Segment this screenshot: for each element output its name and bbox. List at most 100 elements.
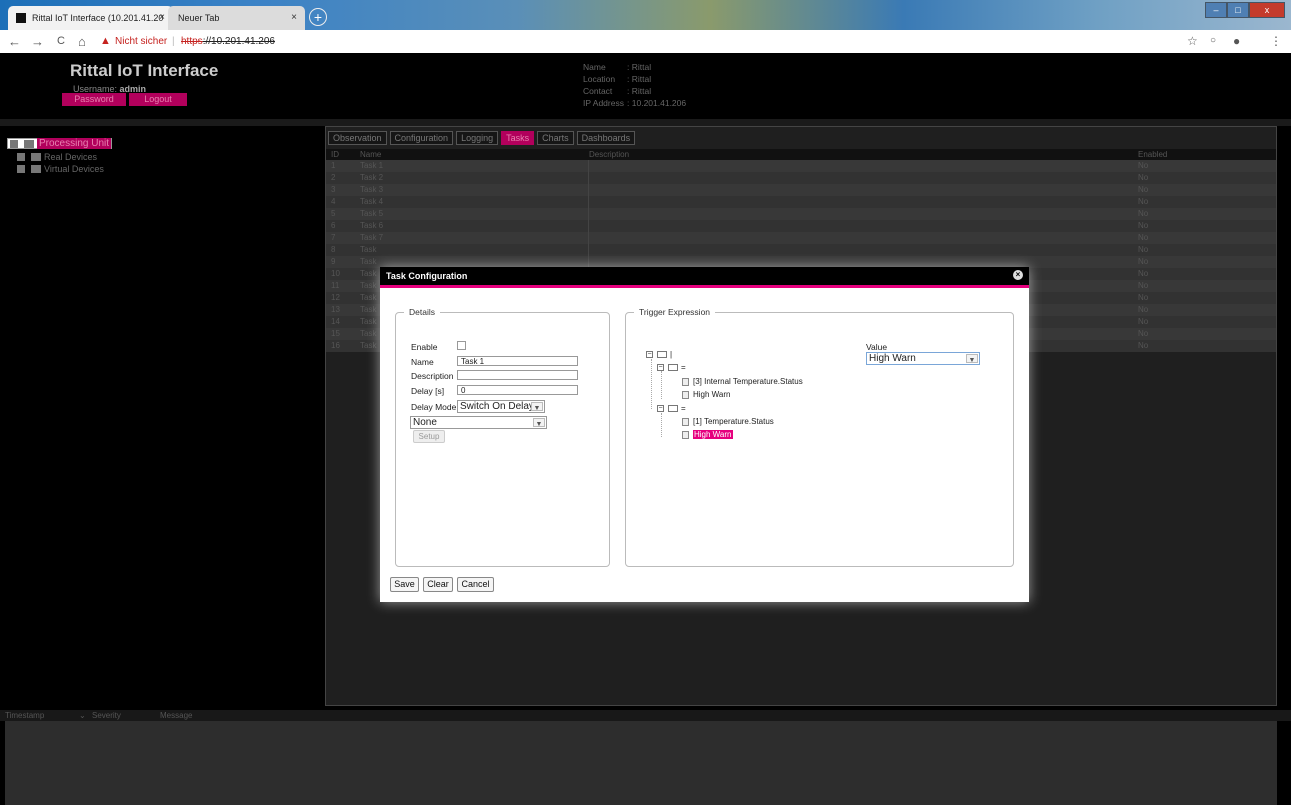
address-bar: ← → C ⌂ ▲ Nicht sicher | https://10.201.… <box>0 30 1291 53</box>
description-label: Description <box>411 371 454 381</box>
folder-open-icon <box>668 364 678 371</box>
table-row[interactable]: 4 Task 4 No <box>326 196 1276 208</box>
collapse-icon[interactable]: − <box>657 364 664 371</box>
collapse-icon[interactable]: − <box>646 351 653 358</box>
back-icon[interactable]: ← <box>8 34 21 49</box>
save-button[interactable]: Save <box>390 577 419 592</box>
expr-leaf[interactable]: [1] Temperature.Status <box>682 417 774 426</box>
forward-icon[interactable]: → <box>31 34 44 49</box>
cell-name: Task 6 <box>360 221 384 230</box>
action-select[interactable]: None ▼ <box>410 416 547 429</box>
cell-id: 11 <box>331 281 340 290</box>
menu-icon[interactable]: ⋮ <box>1270 34 1282 48</box>
cell-id: 3 <box>331 185 336 194</box>
delay-label: Delay [s] <box>411 386 445 396</box>
expr-leaf[interactable]: High Warn <box>682 390 731 399</box>
expr-node-equals-2[interactable]: − = <box>657 404 686 413</box>
info-sep: : <box>627 74 630 84</box>
info-sep: : <box>627 86 630 96</box>
col-description[interactable]: Description <box>589 150 629 159</box>
url-host: ://10.201.41.206 <box>202 36 275 47</box>
col-id[interactable]: ID <box>331 150 339 159</box>
tab-logging[interactable]: Logging <box>456 131 499 145</box>
log-col-message[interactable]: Message <box>160 711 192 720</box>
close-tab-icon[interactable]: × <box>159 6 165 30</box>
cell-name: Task <box>360 269 377 278</box>
tree-item-virtual-devices[interactable]: Virtual Devices <box>17 163 104 174</box>
cell-id: 5 <box>331 209 336 218</box>
logout-button[interactable]: Logout <box>129 93 187 106</box>
expand-icon[interactable] <box>17 152 25 161</box>
cell-enabled: No <box>1138 185 1149 194</box>
dialog-title: Task Configuration <box>386 271 468 281</box>
cell-name: Task 1 <box>360 161 384 170</box>
tab-charts[interactable]: Charts <box>537 131 574 145</box>
node-label: High Warn <box>693 430 733 439</box>
table-row[interactable]: 7 Task 7 No <box>326 232 1276 244</box>
password-button[interactable]: Password <box>62 93 126 106</box>
node-label: = <box>681 363 686 372</box>
close-dialog-icon[interactable]: × <box>1013 270 1023 280</box>
not-secure-label[interactable]: Nicht sicher <box>115 36 167 47</box>
cancel-button[interactable]: Cancel <box>457 577 494 592</box>
expand-icon[interactable] <box>17 164 25 173</box>
tree-label: Virtual Devices <box>44 163 104 174</box>
table-row[interactable]: 8 Task No <box>326 244 1276 256</box>
info-value: Rittal <box>631 74 652 84</box>
tab-observation[interactable]: Observation <box>328 131 387 145</box>
delay-input[interactable] <box>457 385 578 395</box>
table-row[interactable]: 2 Task 2 No <box>326 172 1276 184</box>
name-input[interactable] <box>457 356 578 366</box>
delay-mode-select[interactable]: Switch On Delay ▼ <box>457 400 545 413</box>
home-icon[interactable]: ⌂ <box>78 34 86 49</box>
enable-checkbox[interactable] <box>457 341 466 350</box>
setup-button[interactable]: Setup <box>413 430 445 443</box>
delay-mode-value: Switch On Delay <box>460 401 534 412</box>
expr-leaf-selected[interactable]: High Warn <box>682 430 733 439</box>
expr-leaf[interactable]: [3] Internal Temperature.Status <box>682 377 803 386</box>
reload-icon[interactable]: C <box>57 35 65 47</box>
table-row[interactable]: 6 Task 6 No <box>326 220 1276 232</box>
browser-tab-rittal[interactable]: Rittal IoT Interface (10.201.41.20 × <box>8 6 173 30</box>
tab-tasks[interactable]: Tasks <box>501 131 535 145</box>
table-row[interactable]: 5 Task 5 No <box>326 208 1276 220</box>
log-col-severity[interactable]: Severity <box>92 711 121 720</box>
cell-id: 2 <box>331 173 336 182</box>
maximize-button[interactable]: □ <box>1227 2 1249 18</box>
extension-icon[interactable]: ○ <box>1210 35 1216 46</box>
action-value: None <box>413 417 437 428</box>
tree-item-processing-unit[interactable]: Processing Unit <box>7 138 113 149</box>
tree-label: Real Devices <box>44 151 98 162</box>
info-key: Location <box>583 74 616 84</box>
collapse-icon[interactable]: − <box>657 405 664 412</box>
value-select[interactable]: High Warn ▼ <box>866 352 980 365</box>
expand-icon[interactable] <box>10 139 18 148</box>
node-label: = <box>681 404 686 413</box>
browser-tab-strip: Rittal IoT Interface (10.201.41.20 × Neu… <box>0 0 1291 30</box>
tab-configuration[interactable]: Configuration <box>389 131 454 145</box>
expr-node-or[interactable]: − | <box>646 350 672 359</box>
col-name[interactable]: Name <box>360 150 381 159</box>
expr-node-equals-1[interactable]: − = <box>657 363 686 372</box>
description-input[interactable] <box>457 370 578 380</box>
log-col-timestamp[interactable]: Timestamp <box>5 711 44 720</box>
close-tab-icon[interactable]: × <box>291 6 297 30</box>
sort-icon[interactable]: ⌄ <box>79 711 86 720</box>
minimize-button[interactable]: – <box>1205 2 1227 18</box>
url-field[interactable]: https://10.201.41.206 <box>181 36 275 47</box>
table-row[interactable]: 3 Task 3 No <box>326 184 1276 196</box>
tree-item-real-devices[interactable]: Real Devices <box>17 151 97 162</box>
new-tab-button[interactable]: + <box>309 8 327 26</box>
clear-button[interactable]: Clear <box>423 577 453 592</box>
value-label: Value <box>866 342 888 352</box>
info-value: Rittal <box>631 86 652 96</box>
col-enabled[interactable]: Enabled <box>1138 150 1167 159</box>
table-row[interactable]: 1 Task 1 No <box>326 160 1276 172</box>
close-window-button[interactable]: x <box>1249 2 1285 18</box>
profile-icon[interactable]: ● <box>1233 34 1240 48</box>
browser-tab-new[interactable]: Neuer Tab × <box>168 6 305 30</box>
tab-dashboards[interactable]: Dashboards <box>576 131 636 145</box>
star-icon[interactable]: ☆ <box>1187 34 1198 48</box>
value-select-value: High Warn <box>869 353 916 364</box>
cell-id: 14 <box>331 317 340 326</box>
